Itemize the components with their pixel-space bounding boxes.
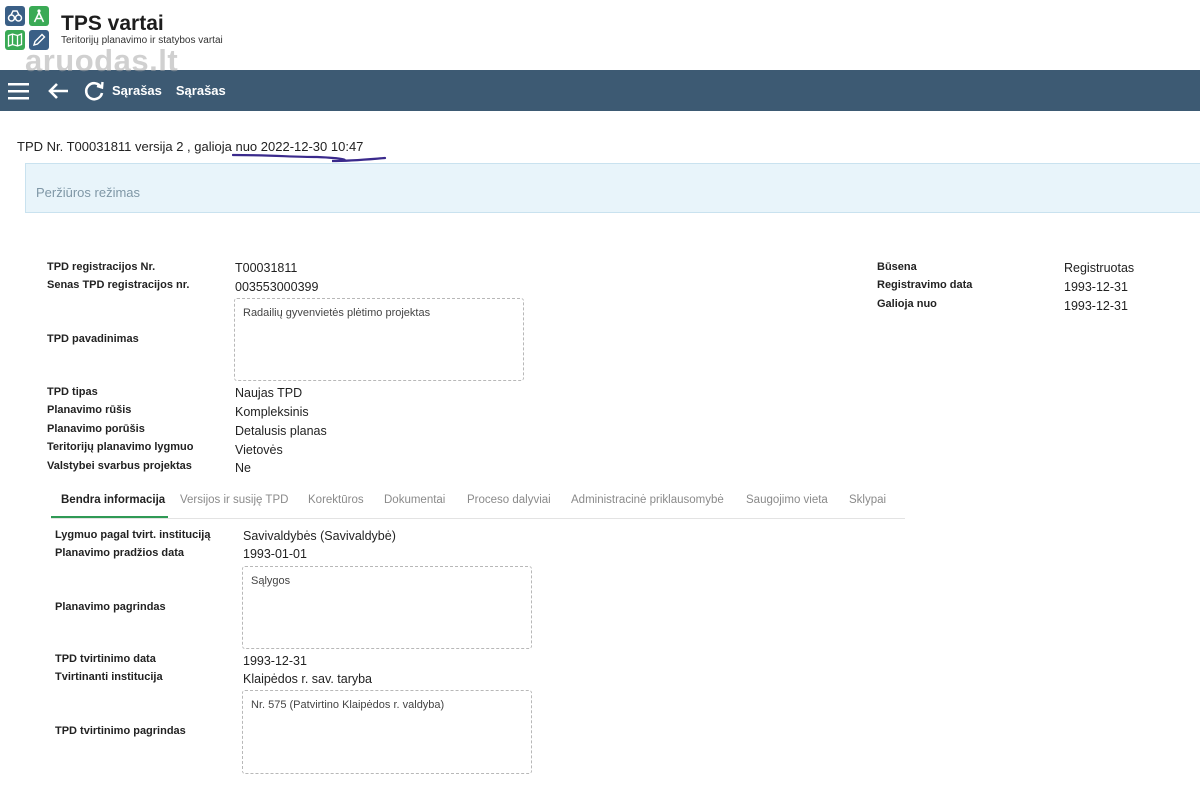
reg-nr-label: TPD registracijos Nr.: [47, 261, 156, 273]
tab-plots[interactable]: Sklypai: [849, 494, 886, 506]
planning-start-value: 1993-01-01: [243, 547, 307, 561]
list-link-1[interactable]: Sąrašas: [112, 83, 162, 98]
valid-from-value: 1993-12-31: [1064, 299, 1128, 313]
state-important-value: Ne: [235, 461, 251, 475]
level-label: Teritorijų planavimo lygmuo: [47, 441, 194, 453]
reg-date-value: 1993-12-31: [1064, 280, 1128, 294]
tab-documents[interactable]: Dokumentai: [384, 494, 445, 506]
back-arrow-icon[interactable]: [46, 80, 70, 102]
subkind-value: Detalusis planas: [235, 424, 327, 438]
tab-storage-location[interactable]: Saugojimo vieta: [746, 494, 828, 506]
approving-institution-label: Tvirtinanti institucija: [55, 671, 163, 683]
kind-label: Planavimo rūšis: [47, 404, 132, 416]
approval-date-label: TPD tvirtinimo data: [55, 653, 156, 665]
level-value: Vietovės: [235, 443, 283, 457]
name-textbox[interactable]: Radailių gyvenvietės plėtimo projektas: [234, 298, 524, 381]
top-navbar: Sąrašas Sąrašas: [0, 70, 1200, 111]
compass-icon: [29, 6, 49, 26]
type-label: TPD tipas: [47, 386, 98, 398]
approval-basis-textbox[interactable]: Nr. 575 (Patvirtino Klaipėdos r. valdyba…: [242, 690, 532, 774]
approving-institution-value: Klaipėdos r. sav. taryba: [243, 672, 373, 686]
active-tab-indicator: [51, 516, 168, 518]
status-value: Registruotas: [1064, 261, 1135, 275]
subkind-label: Planavimo porūšis: [47, 423, 145, 435]
list-link-2[interactable]: Sąrašas: [176, 83, 226, 98]
tab-corrections[interactable]: Korektūros: [308, 494, 364, 506]
old-reg-label: Senas TPD registracijos nr.: [47, 279, 190, 291]
reg-nr-value: T00031811: [235, 261, 298, 275]
institution-level-value: Savivaldybės (Savivaldybė): [243, 529, 396, 543]
view-mode-banner: Peržiūros režimas: [25, 163, 1200, 213]
status-label: Būsena: [877, 261, 917, 273]
approval-date-value: 1993-12-31: [243, 654, 307, 668]
name-label: TPD pavadinimas: [47, 333, 139, 345]
refresh-icon[interactable]: [82, 79, 106, 103]
tab-general-info[interactable]: Bendra informacija: [61, 494, 165, 506]
tab-bar: Bendra informacija Versijos ir susiję TP…: [51, 490, 905, 519]
tab-administrative[interactable]: Administracinė priklausomybė: [571, 494, 724, 506]
institution-level-label: Lygmuo pagal tvirt. instituciją: [55, 529, 211, 541]
state-important-label: Valstybei svarbus projektas: [47, 460, 192, 472]
hamburger-menu-icon[interactable]: [8, 80, 30, 102]
binoculars-icon: [5, 6, 25, 26]
app-title: TPS vartai: [61, 12, 164, 35]
view-mode-text: Peržiūros režimas: [36, 185, 141, 200]
planning-basis-textbox[interactable]: Sąlygos: [242, 566, 532, 649]
valid-from-label: Galioja nuo: [877, 298, 937, 310]
map-icon: [5, 30, 25, 50]
planning-start-label: Planavimo pradžios data: [55, 547, 184, 559]
tab-versions[interactable]: Versijos ir susiję TPD: [180, 494, 288, 506]
approval-basis-label: TPD tvirtinimo pagrindas: [55, 725, 186, 737]
old-reg-value: 003553000399: [235, 280, 319, 294]
watermark: aruodas.lt: [25, 43, 179, 78]
kind-value: Kompleksinis: [235, 405, 309, 419]
tab-process-participants[interactable]: Proceso dalyviai: [467, 494, 551, 506]
type-value: Naujas TPD: [235, 386, 303, 400]
reg-date-label: Registravimo data: [877, 279, 973, 291]
planning-basis-label: Planavimo pagrindas: [55, 601, 166, 613]
